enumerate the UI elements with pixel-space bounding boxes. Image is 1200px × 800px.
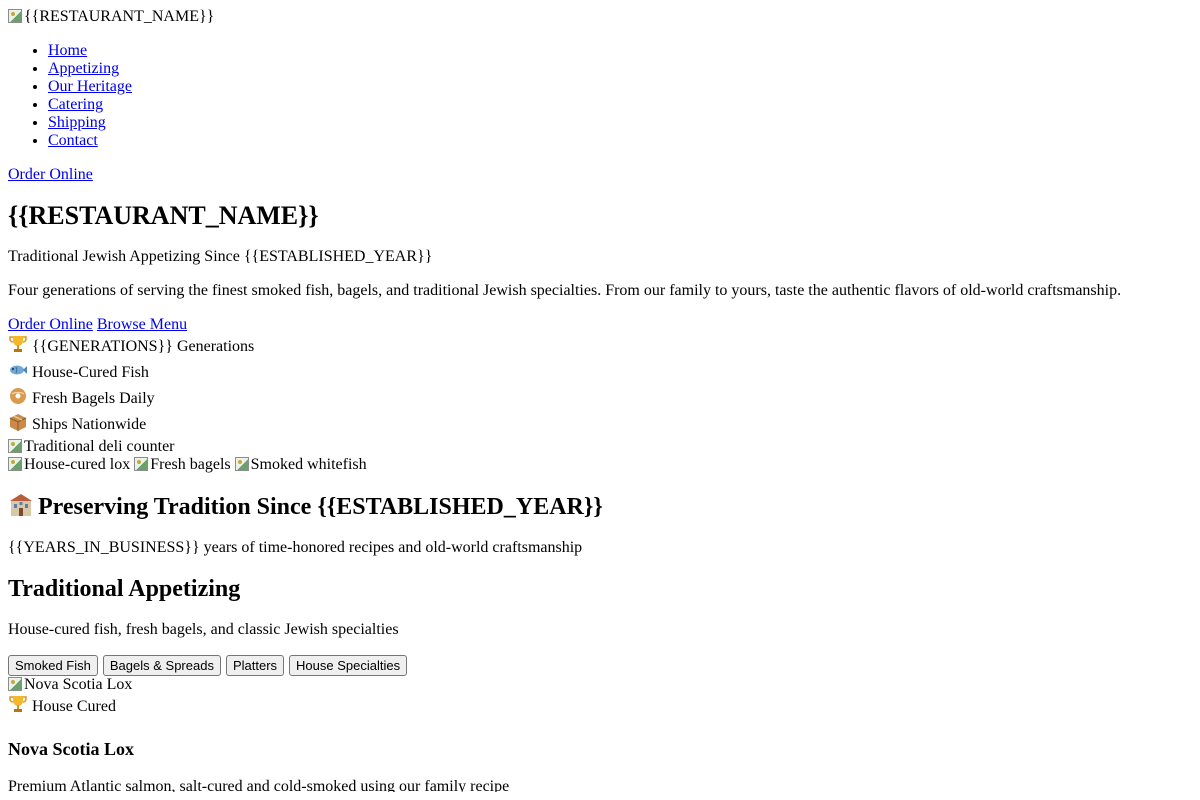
tab-house-specialties[interactable]: House Specialties xyxy=(289,655,408,676)
thumb-lox-alt: House-cured lox xyxy=(24,456,131,473)
nav-link-contact[interactable]: Contact xyxy=(48,132,98,149)
menu-title: Traditional Appetizing xyxy=(8,576,241,602)
nav-link-catering[interactable]: Catering xyxy=(48,96,103,113)
broken-image-icon xyxy=(8,457,22,471)
nav-item-shipping: Shipping xyxy=(48,114,1192,132)
tab-smoked-fish[interactable]: Smoked Fish xyxy=(8,655,98,676)
menu-item-image-alt: Nova Scotia Lox xyxy=(24,676,133,693)
nav-item-appetizing: Appetizing xyxy=(48,60,1192,78)
badge-fish-text: House-Cured Fish xyxy=(32,364,149,381)
heritage-subtitle: {{YEARS_IN_BUSINESS}} years of time-hono… xyxy=(8,539,583,556)
nav-link-appetizing[interactable]: Appetizing xyxy=(48,60,119,77)
package-icon xyxy=(9,414,27,431)
thumb-whitefish-alt: Smoked whitefish xyxy=(250,456,367,473)
hero-description: Four generations of serving the finest s… xyxy=(8,282,1122,299)
thumb-bagels: Fresh bagels xyxy=(134,456,231,474)
menu-item-badge-text: House Cured xyxy=(32,698,116,715)
hero-actions: Order Online Browse Menu xyxy=(8,316,1192,334)
hero-main-image: Traditional deli counter xyxy=(8,438,1192,456)
tab-bagels-spreads[interactable]: Bagels & Spreads xyxy=(102,655,221,676)
badge-ships-text: Ships Nationwide xyxy=(32,416,147,433)
hero-thumbnails: House-cured lox Fresh bagels Smoked whit… xyxy=(8,456,1192,474)
logo[interactable]: {{RESTAURANT_NAME}} xyxy=(8,8,1192,26)
broken-image-icon xyxy=(8,677,22,691)
thumb-whitefish: Smoked whitefish xyxy=(234,456,367,474)
thumb-bagels-alt: Fresh bagels xyxy=(150,456,231,473)
broken-image-icon xyxy=(8,9,22,23)
nav-link-shipping[interactable]: Shipping xyxy=(48,114,106,131)
badge-house-cured-fish: House-Cured Fish xyxy=(8,360,1192,386)
broken-image-icon xyxy=(234,457,249,471)
hero-order-online-button[interactable]: Order Online xyxy=(8,316,93,333)
logo-alt-text: {{RESTAURANT_NAME}} xyxy=(24,8,215,25)
hero-main-image-alt: Traditional deli counter xyxy=(24,438,175,455)
menu-item-name: Nova Scotia Lox xyxy=(8,739,134,759)
bagel-icon xyxy=(10,388,26,404)
hero-tagline: Traditional Jewish Appetizing Since {{ES… xyxy=(8,248,433,265)
badge-ships-nationwide: Ships Nationwide xyxy=(8,412,1192,438)
badge-bagels-text: Fresh Bagels Daily xyxy=(32,390,155,407)
nav-link-home[interactable]: Home xyxy=(48,42,87,59)
thumb-lox: House-cured lox xyxy=(8,456,130,474)
menu-item-description: Premium Atlantic salmon, salt-cured and … xyxy=(8,778,510,792)
nav-item-contact: Contact xyxy=(48,132,1192,150)
menu-item-badge: House Cured xyxy=(8,694,1192,720)
broken-image-icon xyxy=(134,457,149,471)
menu-subtitle: House-cured fish, fresh bagels, and clas… xyxy=(8,621,399,638)
fish-icon xyxy=(10,365,27,375)
heritage-title-text: Preserving Tradition Since {{ESTABLISHED… xyxy=(38,494,603,520)
menu-item-image: Nova Scotia Lox xyxy=(8,676,1192,694)
hero-title: {{RESTAURANT_NAME}} xyxy=(8,201,319,230)
badge-generations-text: {{GENERATIONS}} Generations xyxy=(32,338,255,355)
tab-platters[interactable]: Platters xyxy=(225,655,285,676)
hero-browse-menu-button[interactable]: Browse Menu xyxy=(97,316,187,333)
main-nav: Home Appetizing Our Heritage Catering Sh… xyxy=(8,42,1192,150)
menu-item-description-wrapper: Premium Atlantic salmon, salt-cured and … xyxy=(8,778,1192,792)
page: {{RESTAURANT_NAME}} Home Appetizing Our … xyxy=(0,0,1200,792)
menu-tabs: Smoked Fish Bagels & Spreads Platters Ho… xyxy=(8,655,1192,676)
nav-item-catering: Catering xyxy=(48,96,1192,114)
nav-link-heritage[interactable]: Our Heritage xyxy=(48,78,132,95)
badge-generations: {{GENERATIONS}} Generations xyxy=(8,334,1192,360)
broken-image-icon xyxy=(8,439,22,453)
badge-fresh-bagels: Fresh Bagels Daily xyxy=(8,386,1192,412)
trophy-icon xyxy=(9,696,27,712)
nav-item-home: Home xyxy=(48,42,1192,60)
nav-item-heritage: Our Heritage xyxy=(48,78,1192,96)
heritage-title: Preserving Tradition Since {{ESTABLISHED… xyxy=(8,492,1192,521)
building-icon xyxy=(10,494,32,516)
header-order-online-link[interactable]: Order Online xyxy=(8,166,1192,184)
trophy-icon xyxy=(9,336,27,352)
